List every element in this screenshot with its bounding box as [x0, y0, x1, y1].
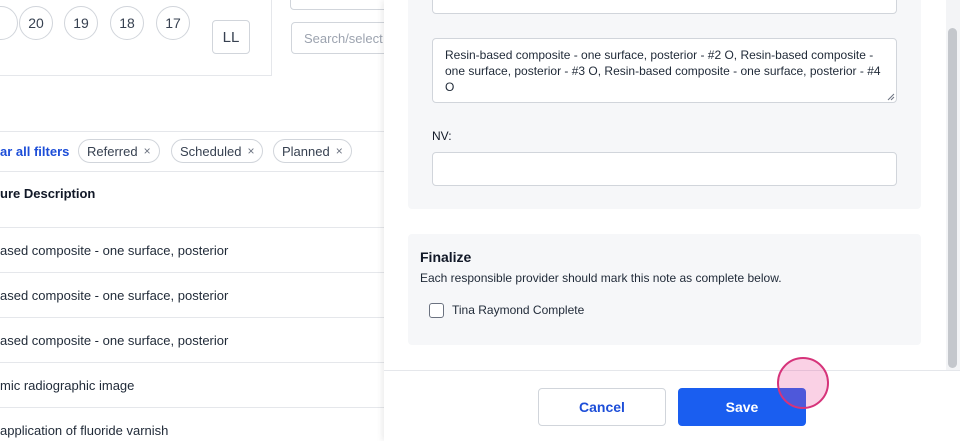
clinical-note-drawer: Resin-based composite - one surface, pos…	[384, 0, 960, 441]
filter-chip-referred[interactable]: Referred ×	[78, 139, 160, 163]
nv-input[interactable]	[432, 152, 897, 186]
clear-all-filters-link[interactable]: ar all filters	[0, 144, 69, 159]
scrollbar-thumb[interactable]	[948, 28, 957, 368]
provider-complete-checkbox[interactable]	[429, 303, 444, 318]
finalize-title: Finalize	[420, 249, 472, 265]
table-row[interactable]: mic radiographic image	[0, 362, 400, 407]
close-icon[interactable]: ×	[336, 144, 343, 158]
tooth-chart: 20 19 18 17 LL	[0, 0, 272, 76]
procedures-textarea[interactable]: Resin-based composite - one surface, pos…	[432, 38, 897, 103]
filter-chip-label: Referred	[87, 143, 138, 159]
filter-chip-planned[interactable]: Planned ×	[273, 139, 352, 163]
drawer-footer: Cancel Save	[384, 370, 960, 441]
table-row[interactable]: ased composite - one surface, posterior	[0, 317, 400, 362]
quadrant-ll-button[interactable]: LL	[212, 20, 250, 54]
filter-chip-label: Planned	[282, 143, 330, 159]
cancel-button[interactable]: Cancel	[538, 388, 666, 426]
finalize-section: Finalize Each responsible provider shoul…	[408, 234, 921, 345]
finalize-description: Each responsible provider should mark th…	[420, 271, 782, 285]
tooth-button[interactable]: 20	[19, 6, 53, 40]
tooth-button[interactable]: 18	[110, 6, 144, 40]
drawer-scroll-area: Resin-based composite - one surface, pos…	[384, 0, 960, 370]
note-field-top[interactable]	[432, 0, 897, 14]
tooth-button-partial[interactable]	[0, 6, 18, 40]
table-row[interactable]: ased composite - one surface, posterior	[0, 227, 400, 272]
tooth-button[interactable]: 19	[64, 6, 98, 40]
resize-handle-icon[interactable]	[887, 93, 895, 101]
filter-chip-label: Scheduled	[180, 143, 242, 159]
close-icon[interactable]: ×	[247, 144, 254, 158]
filter-bar: ar all filters Referred × Scheduled × Pl…	[0, 131, 400, 172]
nv-label: NV:	[432, 129, 452, 143]
table-row[interactable]: application of fluoride varnish	[0, 407, 400, 441]
filter-chip-scheduled[interactable]: Scheduled ×	[171, 139, 264, 163]
table-row[interactable]: ased composite - one surface, posterior	[0, 272, 400, 317]
save-button[interactable]: Save	[678, 388, 806, 426]
provider-complete-label[interactable]: Tina Raymond Complete	[452, 303, 584, 317]
close-icon[interactable]: ×	[144, 144, 151, 158]
tooth-button[interactable]: 17	[156, 6, 190, 40]
procedure-description-header[interactable]: ure Description	[0, 186, 95, 201]
